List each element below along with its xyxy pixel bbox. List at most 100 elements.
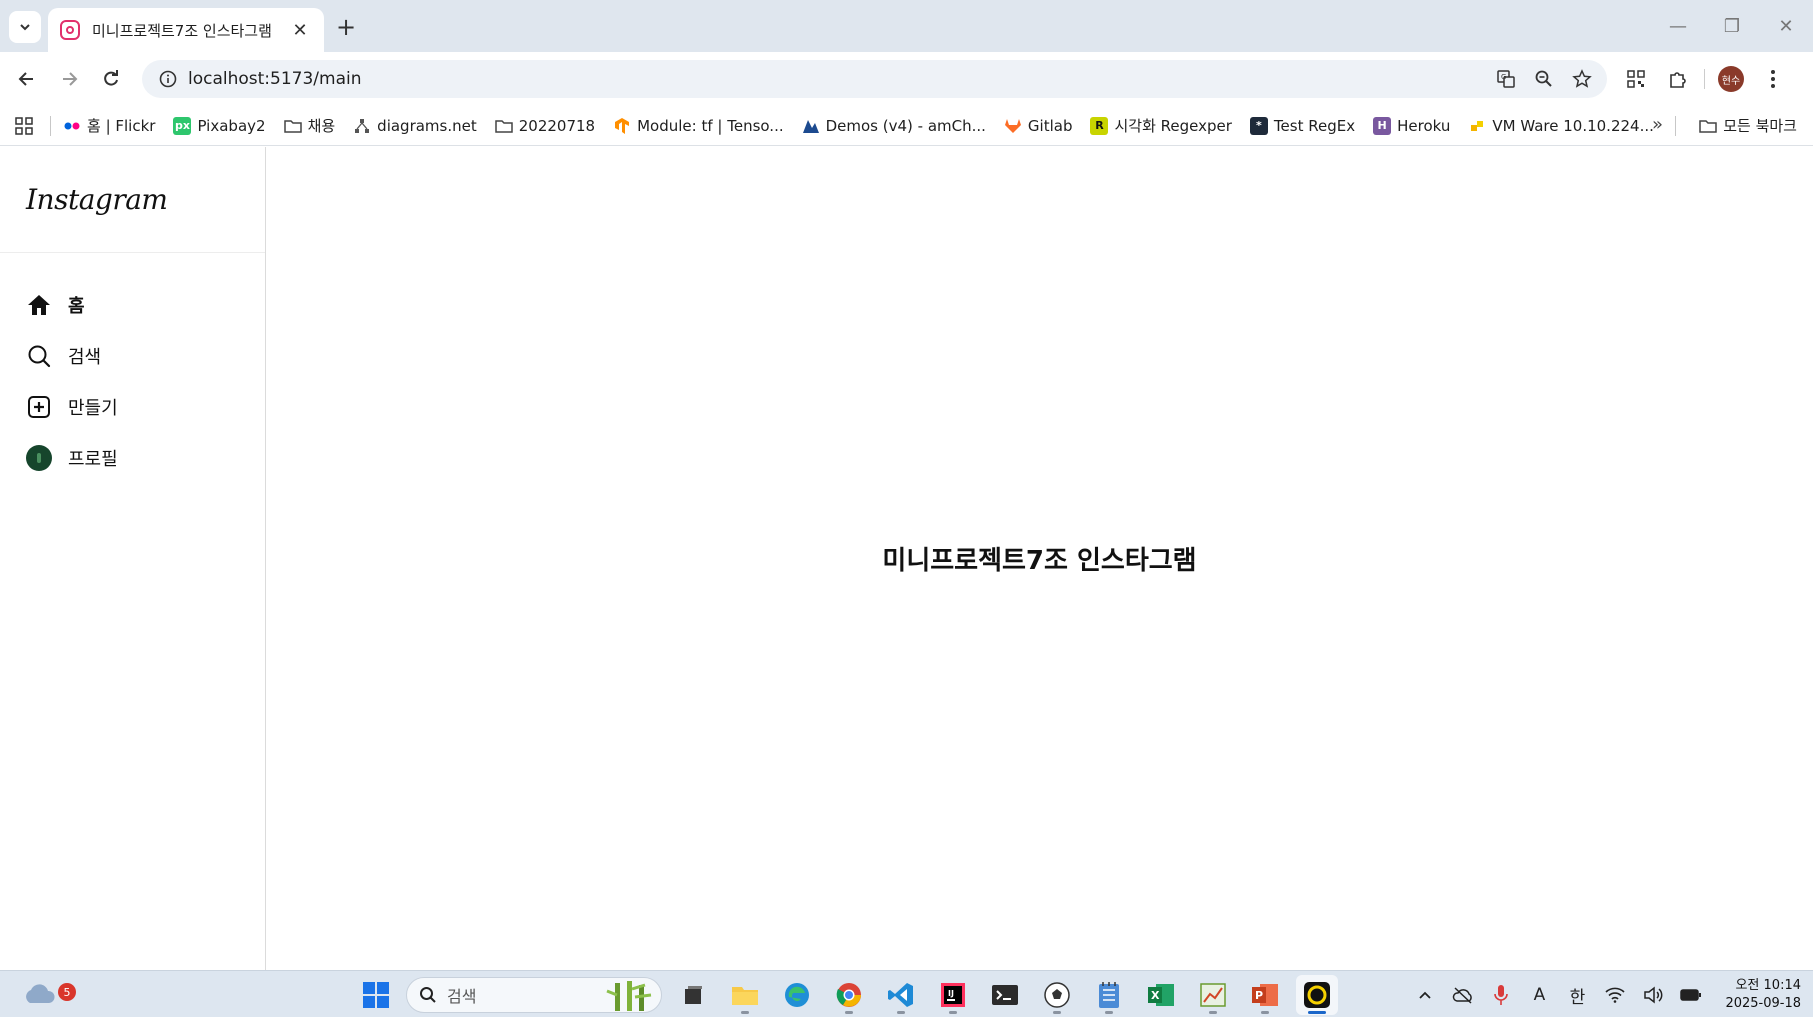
- microphone-icon[interactable]: [1489, 983, 1513, 1007]
- system-clock[interactable]: 오전 10:14 2025-09-18: [1725, 977, 1801, 1013]
- bookmark-amcharts[interactable]: Demos (v4) - amCh...: [802, 117, 986, 135]
- zoom-icon[interactable]: [1529, 64, 1559, 94]
- bookmark-folder-20220718[interactable]: 20220718: [495, 117, 595, 135]
- sidebar-item-home[interactable]: 홈: [0, 279, 265, 330]
- task-view-button[interactable]: [672, 975, 714, 1015]
- bookmarks-bar: 홈 | Flickr px Pixabay2 채용 diagrams.net 2…: [0, 106, 1813, 146]
- chevron-up-icon[interactable]: [1413, 983, 1437, 1007]
- profile-avatar-wrapper: [26, 444, 52, 471]
- ime-mode-indicator[interactable]: A: [1527, 983, 1551, 1007]
- search-placeholder: 검색: [447, 987, 477, 1006]
- sidebar-item-search[interactable]: 검색: [0, 330, 265, 381]
- running-indicator: [1105, 1011, 1113, 1014]
- tensorflow-icon: [613, 117, 631, 135]
- active-app-button[interactable]: [1296, 975, 1338, 1015]
- apps-grid-icon[interactable]: [12, 114, 36, 138]
- chevron-down-icon: [20, 24, 30, 31]
- amcharts-icon: [802, 117, 820, 135]
- bookmark-test-regex[interactable]: * Test RegEx: [1249, 116, 1355, 135]
- sidebar-item-create[interactable]: 만들기: [0, 381, 265, 432]
- reload-icon: [104, 70, 118, 86]
- start-button[interactable]: [356, 975, 396, 1015]
- bookmark-pixabay[interactable]: px Pixabay2: [173, 116, 266, 135]
- minimize-button[interactable]: —: [1651, 0, 1705, 52]
- bookmark-folder-jobs[interactable]: 채용: [283, 115, 336, 136]
- battery-icon[interactable]: [1679, 983, 1703, 1007]
- new-tab-button[interactable]: +: [332, 14, 360, 42]
- instagram-logo[interactable]: Instagram: [26, 183, 168, 216]
- page-title: 미니프로젝트7조 인스타그램: [882, 546, 1197, 576]
- bookmark-heroku[interactable]: H Heroku: [1373, 116, 1450, 135]
- close-window-button[interactable]: ✕: [1759, 0, 1813, 52]
- bookmark-diagrams[interactable]: diagrams.net: [353, 117, 477, 135]
- weather-widget[interactable]: 5: [22, 979, 76, 1011]
- active-indicator: [1308, 1011, 1326, 1014]
- active-tab[interactable]: 미니프로젝트7조 인스타그램 ✕: [48, 8, 324, 52]
- instagram-favicon-icon: [60, 20, 80, 40]
- restore-button[interactable]: ❐: [1705, 0, 1759, 52]
- browser-toolbar: localhost:5173/main G 현수: [0, 52, 1813, 106]
- volume-icon[interactable]: [1641, 983, 1665, 1007]
- notepad-button[interactable]: [1088, 975, 1130, 1015]
- terminal-button[interactable]: [984, 975, 1026, 1015]
- cloud-sync-icon[interactable]: [1451, 983, 1475, 1007]
- bookmark-tensorflow[interactable]: Module: tf | Tenso...: [613, 117, 784, 135]
- menu-kebab-icon[interactable]: [1757, 63, 1789, 95]
- app-button-ball[interactable]: [1036, 975, 1078, 1015]
- vscode-button[interactable]: [880, 975, 922, 1015]
- excel-button[interactable]: X: [1140, 975, 1182, 1015]
- running-indicator: [845, 1011, 853, 1014]
- powerpoint-button[interactable]: P: [1244, 975, 1286, 1015]
- file-explorer-button[interactable]: [724, 975, 766, 1015]
- taskbar-apps: 검색 IJ X P: [356, 975, 1338, 1015]
- taskbar-search[interactable]: 검색: [406, 977, 662, 1013]
- language-indicator[interactable]: 한: [1565, 983, 1589, 1008]
- app-button-chart[interactable]: [1192, 975, 1234, 1015]
- extensions-icon[interactable]: [1662, 63, 1694, 95]
- page-content: Instagram 홈 검색 만들기 프로필 미니프로젝트7조 인스타그램: [0, 147, 1813, 970]
- system-tray: A 한 오전 10:14 2025-09-18: [1413, 975, 1801, 1015]
- edge-button[interactable]: [776, 975, 818, 1015]
- bookmark-gitlab[interactable]: Gitlab: [1004, 116, 1073, 135]
- heroku-icon: H: [1373, 116, 1392, 135]
- vscode-icon: [888, 983, 913, 1007]
- site-info-icon[interactable]: [148, 70, 188, 88]
- sidebar-item-profile[interactable]: 프로필: [0, 432, 265, 483]
- bookmark-label: Pixabay2: [197, 116, 266, 135]
- running-indicator: [897, 1011, 905, 1014]
- folder-icon: [732, 987, 758, 1005]
- folder-icon: [495, 117, 513, 135]
- bookmark-star-icon[interactable]: [1567, 64, 1597, 94]
- soccer-ball-icon: [1044, 982, 1070, 1008]
- bookmark-label: 채용: [307, 117, 336, 135]
- bamboo-icon: [606, 981, 652, 1011]
- all-bookmarks-button[interactable]: 모든 북마크: [1699, 115, 1797, 136]
- reload-button[interactable]: [95, 63, 127, 95]
- tab-search-button[interactable]: [9, 11, 41, 43]
- running-indicator: [1053, 1011, 1061, 1014]
- avatar: [26, 444, 52, 471]
- all-bookmarks-label: 모든 북마크: [1723, 117, 1797, 135]
- bookmark-vmware[interactable]: VM Ware 10.10.224...: [1468, 117, 1654, 135]
- bookmark-flickr[interactable]: 홈 | Flickr: [63, 115, 155, 136]
- svg-text:G: G: [1501, 73, 1506, 81]
- url-text[interactable]: localhost:5173/main: [188, 69, 1491, 89]
- more-bookmarks-icon[interactable]: »: [1652, 114, 1663, 135]
- intellij-button[interactable]: IJ: [932, 975, 974, 1015]
- bookmark-regexper[interactable]: R 시각화 Regexper: [1090, 115, 1232, 136]
- qr-code-icon[interactable]: [1620, 63, 1652, 95]
- pixabay-icon: px: [173, 116, 192, 135]
- chrome-button[interactable]: [828, 975, 870, 1015]
- close-tab-icon[interactable]: ✕: [288, 20, 312, 41]
- diagrams-icon: [353, 117, 371, 135]
- address-bar[interactable]: localhost:5173/main G: [142, 60, 1607, 98]
- svg-text:IJ: IJ: [948, 989, 954, 998]
- forward-button[interactable]: [53, 63, 85, 95]
- translate-icon[interactable]: G: [1491, 64, 1521, 94]
- bookmark-label: Gitlab: [1027, 116, 1073, 135]
- wifi-icon[interactable]: [1603, 983, 1627, 1007]
- bookmark-label: 20220718: [518, 116, 596, 135]
- sidebar-item-label: 프로필: [68, 448, 118, 470]
- profile-button[interactable]: 현수: [1715, 63, 1747, 95]
- back-button[interactable]: [11, 63, 43, 95]
